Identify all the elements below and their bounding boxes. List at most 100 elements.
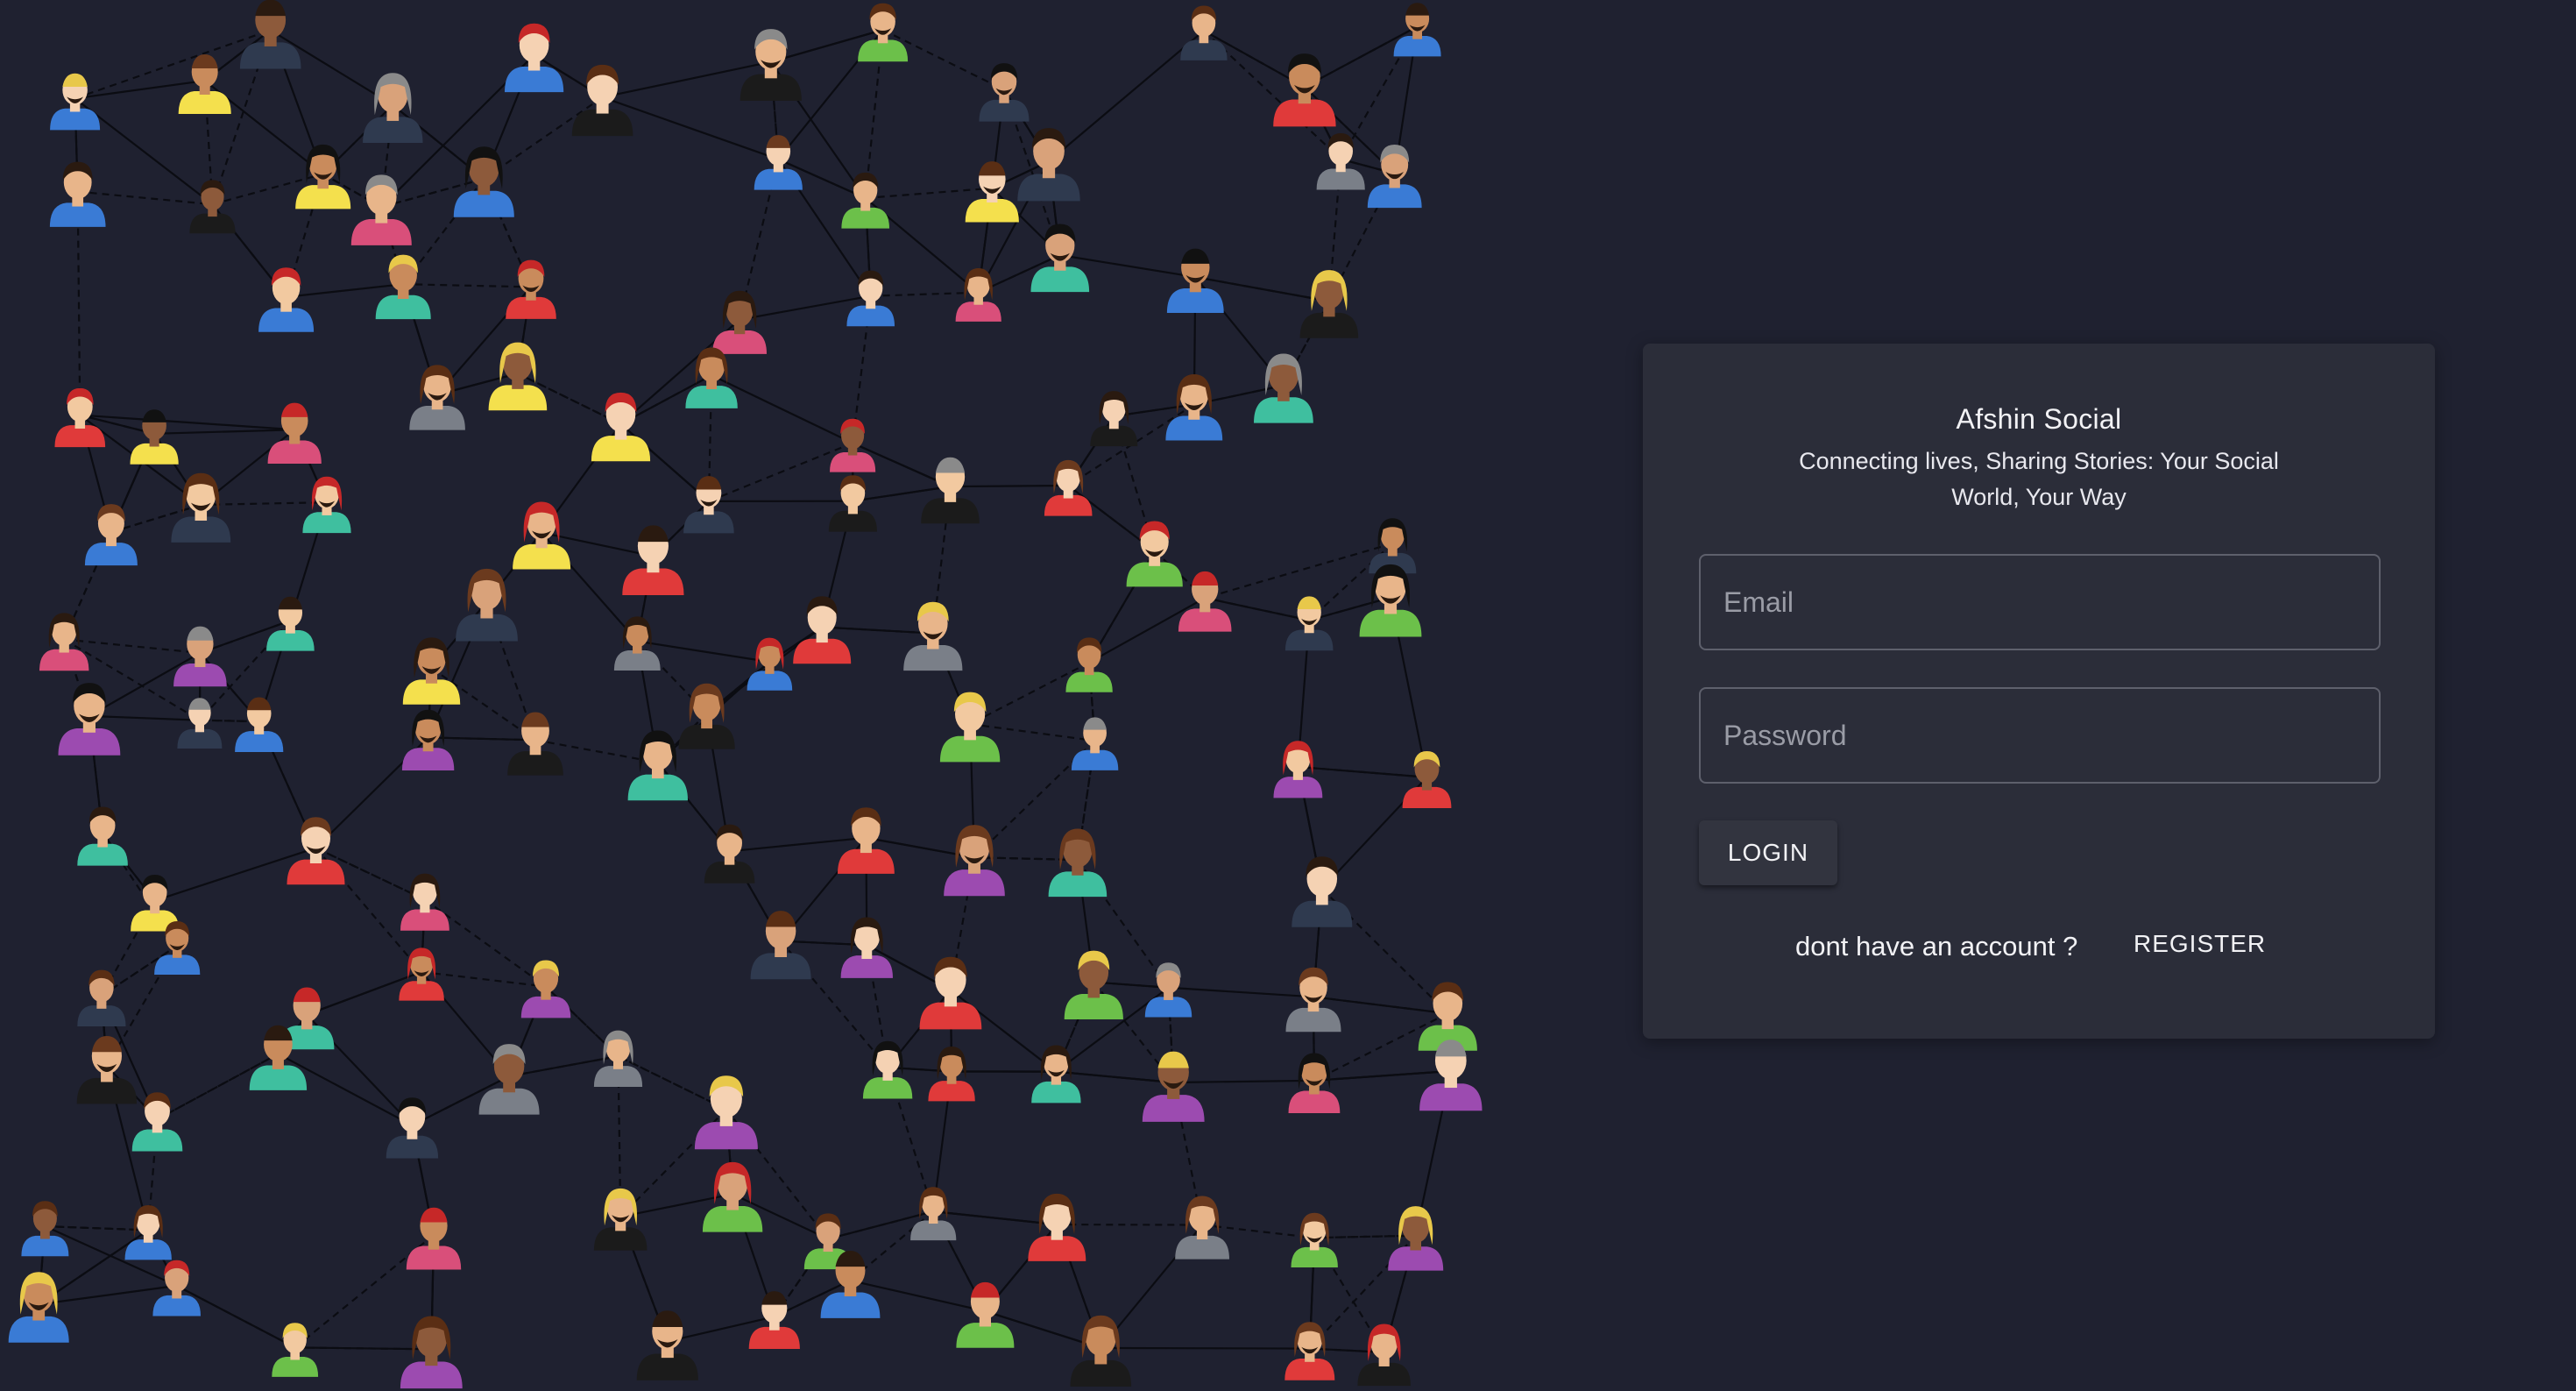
person-avatar-icon [77, 806, 128, 866]
person-avatar-icon [21, 1201, 69, 1257]
password-field[interactable] [1699, 687, 2381, 784]
person-avatar-icon [173, 626, 227, 687]
person-avatar-icon [830, 418, 876, 472]
person-avatar-icon [862, 1040, 913, 1099]
person-avatar-icon [239, 0, 301, 69]
person-avatar-icon [740, 29, 802, 102]
person-avatar-icon [1291, 1212, 1338, 1268]
person-avatar-icon [636, 1310, 698, 1380]
person-avatar-icon [828, 475, 877, 532]
person-avatar-icon [478, 1044, 540, 1115]
person-avatar-icon [1273, 53, 1336, 127]
person-avatar-icon [712, 290, 767, 354]
connection-line [88, 714, 200, 721]
app-title: Afshin Social [1956, 403, 2122, 435]
social-network-people-illustration [8, 0, 1483, 1389]
person-avatar-icon [1028, 1193, 1086, 1261]
person-avatar-icon [235, 697, 284, 753]
person-avatar-icon [1316, 133, 1365, 190]
person-avatar-icon [400, 873, 449, 931]
connection-line [619, 422, 710, 502]
person-avatar-icon [1071, 717, 1119, 770]
person-avatar-icon [177, 698, 223, 749]
person-avatar-icon [956, 1281, 1015, 1348]
person-avatar-icon [272, 1323, 319, 1377]
person-avatar-icon [793, 596, 852, 664]
connection-line [950, 989, 1058, 1073]
person-avatar-icon [1388, 1206, 1444, 1271]
person-avatar-icon [513, 501, 571, 570]
person-avatar-icon [702, 1161, 763, 1232]
connection-line [201, 501, 328, 507]
connection-line [424, 898, 547, 988]
connection-line [1173, 1079, 1314, 1084]
person-avatar-icon [1393, 3, 1441, 57]
person-avatar-icon [506, 259, 556, 319]
person-avatar-icon [685, 347, 738, 408]
person-avatar-icon [400, 1316, 463, 1389]
person-avatar-icon [58, 683, 121, 756]
connection-line [1100, 1346, 1310, 1350]
connection-line [39, 1284, 177, 1306]
person-avatar-icon [130, 409, 179, 465]
person-avatar-icon [1402, 750, 1452, 809]
person-avatar-icon [267, 402, 322, 464]
connection-line [711, 374, 853, 444]
person-avatar-icon [453, 146, 514, 217]
person-avatar-icon [591, 392, 651, 462]
login-page: Afshin Social Connecting lives, Sharing … [0, 0, 2576, 1391]
connection-line [77, 190, 213, 206]
person-avatar-icon [520, 960, 571, 1018]
person-avatar-icon [50, 73, 101, 131]
password-input[interactable] [1701, 689, 2379, 782]
connection-line [969, 661, 1090, 726]
person-avatar-icon [124, 1205, 172, 1260]
person-avatar-icon [1142, 1051, 1205, 1122]
person-avatar-icon [1144, 962, 1192, 1018]
email-input[interactable] [1701, 556, 2379, 649]
person-avatar-icon [8, 1272, 69, 1343]
person-avatar-icon [189, 180, 236, 234]
connection-line [286, 283, 404, 298]
person-avatar-icon [402, 637, 461, 705]
connection-line [1048, 30, 1205, 163]
person-avatar-icon [928, 1047, 975, 1102]
person-avatar-icon [1254, 353, 1313, 423]
connection-line [708, 442, 853, 502]
connection-line [403, 283, 532, 288]
connection-line [1202, 1224, 1315, 1239]
person-avatar-icon [939, 692, 1001, 763]
person-avatar-icon [1048, 828, 1108, 898]
person-avatar-icon [1273, 741, 1323, 798]
person-avatar-icon [505, 23, 564, 93]
person-avatar-icon [456, 568, 518, 642]
connection-line [64, 638, 201, 654]
person-avatar-icon [965, 161, 1019, 223]
person-avatar-icon [919, 956, 982, 1030]
login-button[interactable]: LOGIN [1699, 820, 1837, 885]
person-avatar-icon [1288, 1053, 1341, 1114]
register-button[interactable]: REGISTER [2127, 922, 2273, 966]
person-avatar-icon [1126, 521, 1183, 587]
person-avatar-icon [258, 267, 315, 332]
person-avatar-icon [266, 596, 315, 651]
person-avatar-icon [363, 73, 423, 144]
connection-line [865, 187, 993, 200]
person-avatar-icon [171, 472, 231, 543]
login-card: Afshin Social Connecting lives, Sharing … [1643, 344, 2435, 1039]
person-avatar-icon [1064, 950, 1123, 1020]
person-avatar-icon [1065, 637, 1113, 692]
person-avatar-icon [77, 969, 126, 1027]
app-tagline: Connecting lives, Sharing Stories: Your … [1799, 448, 2279, 510]
person-avatar-icon [76, 1036, 138, 1104]
connection-line [1304, 25, 1419, 89]
person-avatar-icon [1017, 128, 1080, 202]
email-field[interactable] [1699, 554, 2381, 650]
connection-line [1168, 986, 1314, 998]
register-row: dont have an account ? REGISTER [1643, 922, 2435, 966]
person-avatar-icon [750, 911, 811, 980]
person-avatar-icon [1357, 1324, 1411, 1387]
person-avatar-icon [1284, 1322, 1335, 1380]
person-avatar-icon [1180, 5, 1228, 60]
person-avatar-icon [858, 3, 909, 62]
